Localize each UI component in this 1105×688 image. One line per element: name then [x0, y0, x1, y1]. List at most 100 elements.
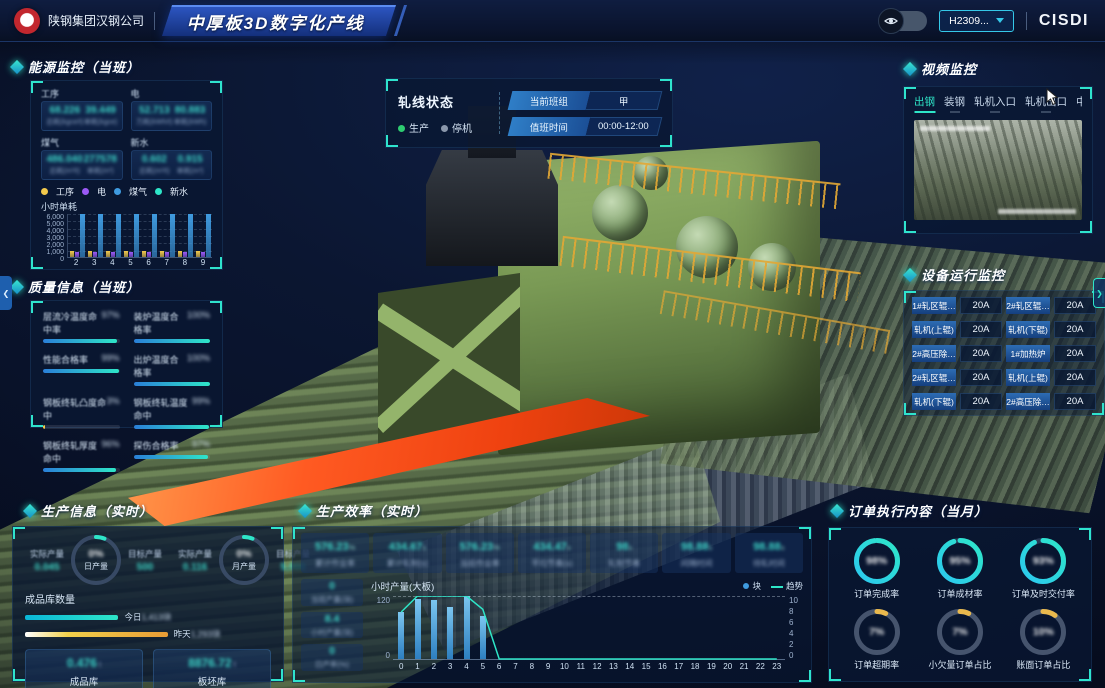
energy-group: 电 52.713万耗(kWh/t) 80.883单耗(kWh) [131, 87, 213, 131]
diamond-icon [830, 503, 844, 517]
status-dot-stopped [441, 125, 448, 132]
video-tab-mill-inlet[interactable]: 轧机入口 [974, 94, 1016, 113]
quality-item: 钢板终轧厚度命中96% [43, 439, 120, 472]
banner-stripe [394, 5, 407, 36]
divider [154, 12, 155, 30]
stat-box: 98.88s间隔时间 [662, 533, 730, 573]
scene-dark-hood [426, 150, 558, 266]
stat-box: 576.23%累计作业率 [301, 533, 369, 573]
order-donut-ontime: 93% 订单及时交付率 [1002, 538, 1085, 600]
video-osd-text [998, 209, 1076, 214]
hourly-output-chart: 小时产量(大板) 块 趋势 120 0 10 8 6 [371, 579, 803, 671]
video-tab-zhuanggang[interactable]: 装钢 [944, 94, 965, 113]
video-tab-chugang[interactable]: 出钢 [914, 94, 935, 113]
diamond-icon [298, 503, 312, 517]
energy-group: 煤气 486.040总耗(m³/t) 277578单耗(m³) [41, 136, 123, 180]
diamond-icon [23, 503, 37, 517]
equipment-row: 1#轧区辊…20A 2#轧区辊…20A [912, 297, 1096, 314]
legend-dot [82, 188, 89, 195]
stat-box: 98.88s待轧时间 [735, 533, 803, 573]
gauge-ring: 0%日产量 [71, 535, 121, 585]
video-osd-text [920, 126, 990, 131]
diamond-icon [903, 267, 917, 281]
video-feed [914, 120, 1082, 220]
quality-item: 出炉温度合格率100% [134, 353, 211, 386]
video-panel-title: 视频监控 [905, 59, 977, 78]
camera-select-value: H2309... [949, 15, 989, 27]
energy-group: 新水 0.602总耗(m³/t) 0.915单耗(m³) [131, 136, 213, 180]
quality-item: 性能合格率99% [43, 353, 120, 386]
left-panel-collapse-button[interactable]: ❮ [0, 276, 12, 310]
video-tab-intercool[interactable]: 中间冷 [1076, 94, 1082, 113]
chevron-down-icon [996, 18, 1004, 23]
chart-right-axis: 10 8 6 4 2 0 [785, 596, 803, 660]
line-status-left: 轧线状态 生产 停机 [398, 92, 489, 135]
order-donut-book: 10% 账面订单占比 [1002, 609, 1085, 671]
stock-bar-today: 今日1,413块 [25, 611, 271, 623]
scene-drum [676, 216, 738, 278]
energy-legend: 工序 电 煤气 新水 [41, 185, 212, 198]
line-status-right: 当前班组 甲 值班时间 00:00-12:00 [510, 91, 660, 136]
finished-goods-box: 0.476t 成品库 [25, 649, 143, 688]
energy-chart: 6,0005,000 4,0003,000 2,0001,000 0 [41, 214, 212, 258]
legend-dot [155, 188, 162, 195]
side-stat-box: 8.4小时产量(块) [301, 612, 363, 639]
energy-panel-title: 能源监控（当班） [12, 57, 140, 76]
side-stat-box: 0日产率(%) [301, 644, 363, 671]
shift-chip: 当前班组 甲 [508, 91, 663, 110]
scene-yellow-railing [559, 236, 860, 302]
visibility-toggle[interactable] [881, 11, 927, 31]
energy-group: 工序 68.226总耗(kgce/t) 39.449单耗(kgce) [41, 87, 123, 131]
scene-drum [592, 185, 648, 241]
scene-yellow-railing [547, 153, 840, 209]
scene-mill-housing [498, 141, 820, 456]
order-donut-shortage: 7% 小欠量订单占比 [918, 609, 1001, 671]
line-status-panel: 轧线状态 生产 停机 当前班组 甲 值班时间 00:00-12:00 [385, 78, 673, 148]
legend-dot [114, 188, 121, 195]
daily-output-gauge: 实际产量0.045 0%日产量 目标产量500 [25, 535, 167, 585]
legend-dot [743, 583, 749, 589]
energy-chart-yaxis: 6,0005,000 4,0003,000 2,0001,000 0 [41, 214, 67, 258]
quality-item: 层流冷温度命中率97% [43, 310, 120, 343]
equipment-panel: 1#轧区辊…20A 2#轧区辊…20A 轧机(上辊)20A 轧机(下辊)20A … [903, 290, 1105, 416]
production-panel: 实际产量0.045 0%日产量 目标产量500 实际产量0.116 0%月产量 … [12, 526, 284, 682]
production-panel-title: 生产信息（实时） [25, 501, 153, 520]
order-donut-completion: 98% 订单完成率 [835, 538, 918, 600]
efficiency-panel: 576.23%累计作业率 434.67s累计轧制(s) 576.23%当班作业率… [292, 526, 812, 683]
production-gauges: 实际产量0.045 0%日产量 目标产量500 实际产量0.116 0%月产量 … [25, 535, 271, 585]
quality-item: 钢板终轧凸度命中3% [43, 396, 120, 429]
scene-yellow-railing [660, 290, 891, 354]
right-panel-collapse-button[interactable]: ❯ [1093, 278, 1105, 308]
page-title: 中厚板3D数字化产线 [187, 9, 365, 34]
dashed-divider [499, 92, 500, 134]
quality-item: 装炉温度合格率100% [134, 310, 211, 343]
legend-dot [41, 188, 48, 195]
equipment-row: 2#高压除…20A 1#加热炉20A [912, 345, 1096, 362]
camera-select-dropdown[interactable]: H2309... [939, 10, 1014, 32]
legend-line [771, 586, 783, 588]
quality-item: 探伤合格率97% [134, 439, 211, 472]
orders-panel: 98% 订单完成率 95% 订单成材率 93% 订单及时交付率 7% 订单超期率 [828, 527, 1092, 682]
video-panel: 出钢 装钢 轧机入口 轧机出口 中间冷 电加热 [903, 86, 1093, 234]
equipment-row: 2#轧区辊…20A 轧机(上辊)20A [912, 369, 1096, 386]
stat-box: 434.67s累计轧制(s) [373, 533, 441, 573]
order-donuts: 98% 订单完成率 95% 订单成材率 93% 订单及时交付率 7% 订单超期率 [835, 538, 1085, 671]
header: 陕钢集团汉钢公司 中厚板3D数字化产线 H2309... CISDI [0, 0, 1105, 42]
equipment-panel-title: 设备运行监控 [905, 265, 1005, 284]
efficiency-stats: 576.23%累计作业率 434.67s累计轧制(s) 576.23%当班作业率… [301, 533, 803, 573]
line-status-legend: 生产 停机 [398, 120, 489, 135]
quality-items: 层流冷温度命中率97% 装炉温度合格率100% 性能合格率99% 出炉温度合格率… [43, 310, 210, 472]
stock-bar-yesterday: 昨天1,293块 [25, 628, 271, 640]
energy-chart-xaxis: 23456789 [67, 258, 212, 267]
shift-time-chip: 值班时间 00:00-12:00 [508, 117, 663, 136]
stock-title: 成品库数量 [25, 591, 271, 606]
eye-icon [878, 8, 904, 34]
chart-left-axis: 120 0 [371, 596, 393, 660]
order-donut-overdue: 7% 订单超期率 [835, 609, 918, 671]
divider [1026, 12, 1027, 30]
video-tab-mill-outlet[interactable]: 轧机出口 [1025, 94, 1067, 113]
scene-mill-frame [378, 273, 520, 445]
cisdi-logo: CISDI [1039, 12, 1089, 30]
efficiency-side-stats: 0当班产量(块) 8.4小时产量(块) 0日产率(%) [301, 579, 363, 671]
header-actions: H2309... CISDI [881, 10, 1089, 32]
